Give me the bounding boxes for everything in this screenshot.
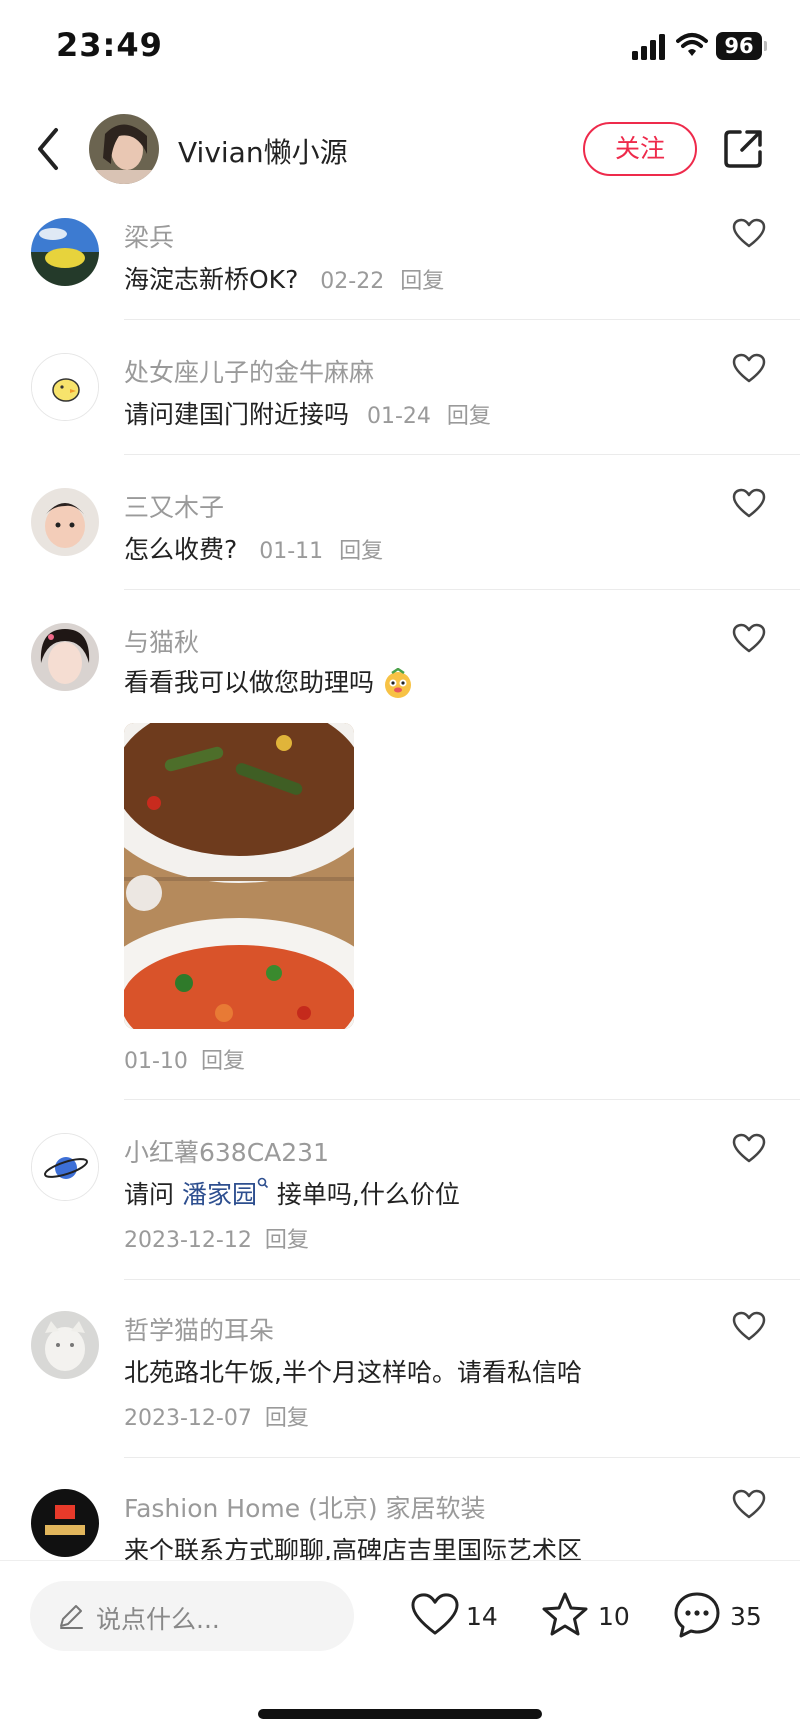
commenter-avatar[interactable] [31, 1311, 99, 1379]
star-icon [542, 1592, 588, 1636]
reply-link[interactable]: 回复 [201, 1049, 245, 1074]
share-icon[interactable] [722, 128, 764, 170]
comment-date: 2023-12-12 [124, 1228, 252, 1253]
comment-text: 北苑路北午饭,半个月这样哈。请看私信哈 [124, 1353, 582, 1389]
comment-text: 怎么收费? 01-11 回复 [124, 530, 383, 566]
comment-image[interactable] [124, 723, 354, 1029]
divider [124, 589, 800, 590]
reply-link[interactable]: 回复 [447, 404, 491, 429]
status-bar: 23:49 96 [0, 0, 800, 96]
comment-date: 02-22 [320, 269, 385, 294]
pen-icon [60, 1605, 83, 1629]
divider [124, 1279, 800, 1280]
comment-date: 01-10 [124, 1049, 188, 1074]
like-count: 14 [466, 1602, 498, 1631]
commenter-avatar[interactable] [31, 488, 99, 556]
comment-meta: 01-10 回复 [124, 1043, 245, 1075]
reply-link[interactable]: 回复 [400, 269, 444, 294]
comment-date: 2023-12-07 [124, 1406, 252, 1431]
comment-body: 请问建国门附近接吗 [124, 400, 350, 429]
author-name[interactable]: Vivian懒小源 [178, 131, 348, 171]
heart-icon[interactable] [732, 488, 766, 518]
chat-icon [674, 1592, 720, 1638]
heart-icon[interactable] [732, 218, 766, 248]
reply-link[interactable]: 回复 [265, 1406, 309, 1431]
comment-item: 哲学猫的耳朵 北苑路北午饭,半个月这样哈。请看私信哈 2023-12-07 回复 [0, 1293, 800, 1458]
divider [124, 454, 800, 455]
search-link-icon[interactable] [257, 1177, 269, 1191]
comment-body: 海淀志新桥OK? [124, 265, 299, 294]
comment-item: 与猫秋 看看我可以做您助理吗 01-10 回复 [0, 605, 800, 1100]
commenter-avatar[interactable] [31, 353, 99, 421]
comment-text: 海淀志新桥OK? 02-22 回复 [124, 260, 444, 296]
comment-item: 梁兵 海淀志新桥OK? 02-22 回复 [0, 200, 800, 320]
status-time: 23:49 [56, 26, 163, 64]
heart-icon[interactable] [732, 623, 766, 653]
favorite-button[interactable]: 10 [540, 1591, 630, 1641]
like-button[interactable]: 14 [410, 1591, 500, 1641]
comment-text: 请问建国门附近接吗 01-24 回复 [124, 395, 491, 431]
heart-icon[interactable] [732, 1311, 766, 1341]
divider [124, 1099, 800, 1100]
heart-icon[interactable] [732, 353, 766, 383]
commenter-name[interactable]: 梁兵 [124, 218, 174, 254]
commenter-avatar[interactable] [31, 218, 99, 286]
heart-icon[interactable] [732, 1489, 766, 1519]
comment-body-start: 请问 [124, 1180, 182, 1209]
commenter-name[interactable]: 三又木子 [124, 488, 224, 524]
commenter-name[interactable]: 小红薯638CA231 [124, 1133, 329, 1169]
battery-icon: 96 [716, 32, 762, 60]
heart-icon [411, 1593, 459, 1635]
emoji-icon [382, 667, 414, 700]
comment-body: 怎么收费? [124, 535, 238, 564]
comment-body: 看看我可以做您助理吗 [124, 668, 375, 697]
comment-date: 01-24 [366, 404, 431, 429]
divider [124, 319, 800, 320]
comment-count: 35 [730, 1602, 762, 1631]
comment-item: Fashion Home (北京) 家居软装 来个联系方式聊聊,高碑店吉里国际艺… [0, 1471, 800, 1565]
follow-button[interactable]: 关注 [583, 122, 697, 176]
signal-icon [632, 34, 665, 60]
comment-count-button[interactable]: 35 [672, 1591, 772, 1641]
commenter-name[interactable]: 与猫秋 [124, 623, 199, 659]
reply-link[interactable]: 回复 [339, 539, 383, 564]
back-icon[interactable] [30, 124, 66, 174]
author-avatar[interactable] [89, 114, 159, 184]
commenter-avatar[interactable] [31, 1133, 99, 1201]
wifi-icon [676, 33, 708, 56]
reply-link[interactable]: 回复 [265, 1228, 309, 1253]
comment-text: 请问 潘家园 接单吗,什么价位 [124, 1175, 460, 1211]
divider [124, 1457, 800, 1458]
input-placeholder: 说点什么... [96, 1605, 220, 1634]
commenter-avatar[interactable] [31, 623, 99, 691]
comment-meta: 2023-12-12 回复 [124, 1222, 309, 1254]
comment-item: 处女座儿子的金牛麻麻 请问建国门附近接吗 01-24 回复 [0, 335, 800, 455]
favorite-count: 10 [598, 1602, 630, 1631]
comment-meta: 2023-12-07 回复 [124, 1400, 309, 1432]
comment-body-end: 接单吗,什么价位 [268, 1180, 460, 1209]
comment-item: 三又木子 怎么收费? 01-11 回复 [0, 470, 800, 590]
comment-text: 看看我可以做您助理吗 [124, 663, 414, 700]
commenter-avatar[interactable] [31, 1489, 99, 1557]
location-link[interactable]: 潘家园 [182, 1180, 257, 1209]
comment-item: 小红薯638CA231 请问 潘家园 接单吗,什么价位 2023-12-12 回… [0, 1115, 800, 1280]
bottom-action-bar: 说点什么... 14 10 35 [0, 1560, 800, 1731]
commenter-name[interactable]: Fashion Home (北京) 家居软装 [124, 1489, 486, 1525]
comment-input[interactable]: 说点什么... [30, 1581, 354, 1651]
commenter-name[interactable]: 哲学猫的耳朵 [124, 1311, 274, 1347]
commenter-name[interactable]: 处女座儿子的金牛麻麻 [124, 353, 374, 389]
comment-date: 01-11 [259, 539, 324, 564]
note-header: Vivian懒小源 关注 [0, 100, 800, 200]
home-indicator[interactable] [258, 1709, 542, 1719]
battery-tip [764, 41, 767, 51]
heart-icon[interactable] [732, 1133, 766, 1163]
comment-body: 北苑路北午饭,半个月这样哈。请看私信哈 [124, 1358, 582, 1387]
